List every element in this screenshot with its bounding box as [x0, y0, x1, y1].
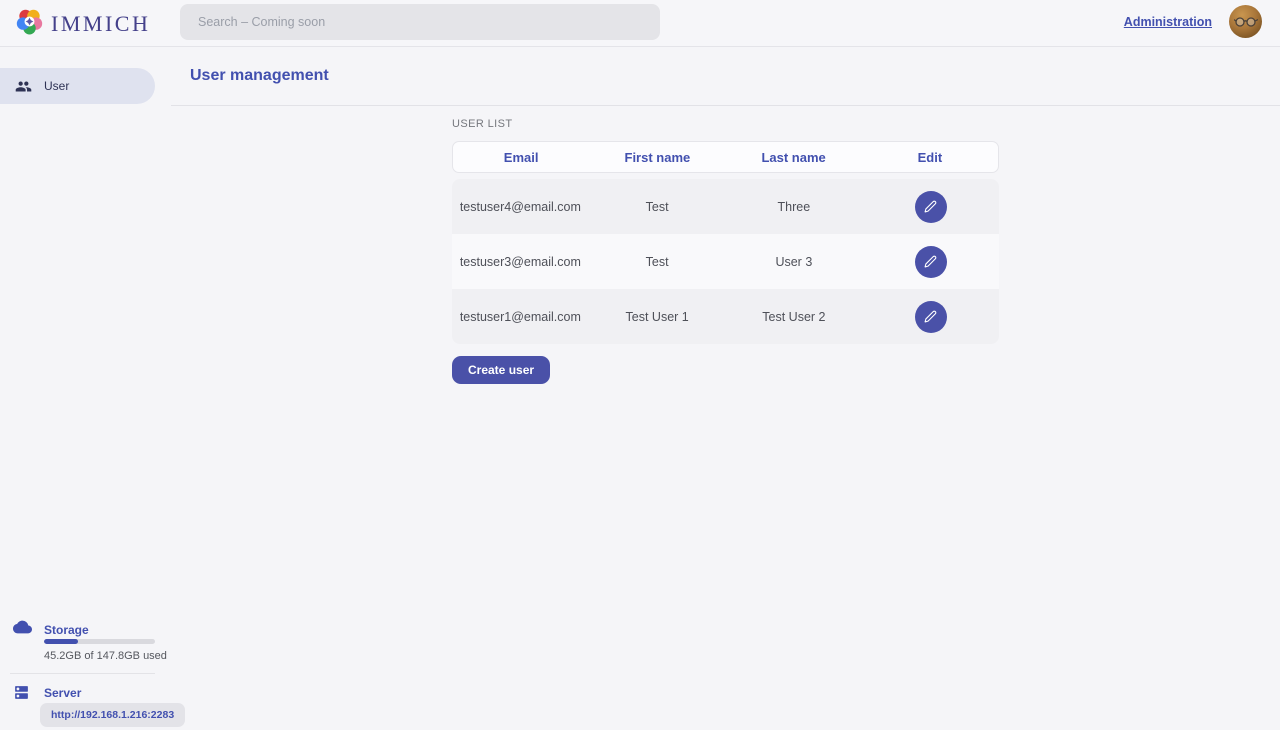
- storage-progress-bar: [44, 639, 155, 644]
- cell-last-name: Three: [726, 200, 863, 214]
- server-icon: [13, 684, 30, 706]
- server-section-label: Server: [44, 686, 81, 700]
- cell-last-name: Test User 2: [726, 310, 863, 324]
- column-header-last-name: Last name: [726, 150, 862, 165]
- glasses-icon: [1234, 16, 1258, 28]
- storage-progress-fill: [44, 639, 78, 644]
- cell-email: testuser4@email.com: [452, 200, 589, 214]
- user-avatar[interactable]: [1229, 5, 1262, 38]
- group-icon: [15, 78, 32, 95]
- immich-flower-icon: [16, 8, 43, 40]
- server-url-badge: http://192.168.1.216:2283: [40, 703, 185, 727]
- page-title-bar: User management: [171, 47, 1280, 106]
- sidebar: User Storage 45.2GB of 147.8GB used Serv…: [0, 47, 171, 730]
- sidebar-divider: [10, 673, 155, 674]
- table-row: testuser3@email.com Test User 3: [452, 234, 999, 289]
- table-row: testuser1@email.com Test User 1 Test Use…: [452, 289, 999, 344]
- edit-user-button[interactable]: [915, 246, 947, 278]
- column-header-edit: Edit: [862, 150, 998, 165]
- app-title: IMMICH: [51, 11, 150, 37]
- column-header-email: Email: [453, 150, 589, 165]
- edit-user-button[interactable]: [915, 191, 947, 223]
- user-management-content: USER LIST Email First name Last name Edi…: [452, 106, 999, 384]
- cloud-icon: [13, 620, 32, 639]
- page-title: User management: [190, 67, 329, 85]
- top-header-bar: IMMICH Administration: [0, 0, 1280, 47]
- app-logo[interactable]: IMMICH: [16, 8, 150, 40]
- cell-email: testuser1@email.com: [452, 310, 589, 324]
- user-table-header: Email First name Last name Edit: [452, 141, 999, 173]
- pencil-icon: [924, 200, 937, 213]
- user-table-body: testuser4@email.com Test Three testuser3…: [452, 179, 999, 344]
- column-header-first-name: First name: [589, 150, 725, 165]
- pencil-icon: [924, 255, 937, 268]
- storage-section-label: Storage: [44, 623, 89, 637]
- cell-first-name: Test: [589, 255, 726, 269]
- cell-last-name: User 3: [726, 255, 863, 269]
- create-user-button[interactable]: Create user: [452, 356, 550, 384]
- sidebar-item-user-label: User: [44, 79, 69, 93]
- cell-first-name: Test: [589, 200, 726, 214]
- table-row: testuser4@email.com Test Three: [452, 179, 999, 234]
- edit-user-button[interactable]: [915, 301, 947, 333]
- cell-email: testuser3@email.com: [452, 255, 589, 269]
- sidebar-item-user[interactable]: User: [0, 68, 155, 104]
- administration-link[interactable]: Administration: [1124, 15, 1212, 29]
- cell-first-name: Test User 1: [589, 310, 726, 324]
- search-input[interactable]: [180, 4, 660, 40]
- storage-usage-text: 45.2GB of 147.8GB used: [44, 650, 167, 662]
- user-list-label: USER LIST: [452, 118, 999, 130]
- pencil-icon: [924, 310, 937, 323]
